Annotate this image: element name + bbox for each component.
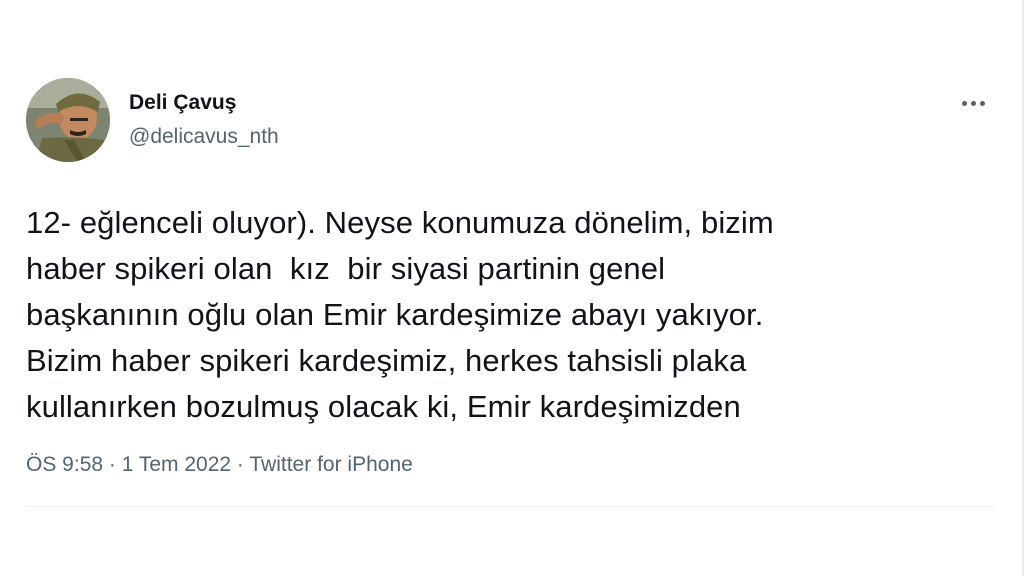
meta-separator: ·: [103, 453, 122, 476]
avatar[interactable]: [26, 78, 110, 162]
tweet-date[interactable]: 1 Tem 2022: [122, 453, 231, 476]
display-name[interactable]: Deli Çavuş: [129, 90, 279, 116]
divider: [26, 506, 994, 507]
user-handle[interactable]: @delicavus_nth: [129, 124, 279, 150]
tweet-meta: ÖS 9:58 · 1 Tem 2022 · Twitter for iPhon…: [26, 452, 994, 478]
meta-separator: ·: [231, 453, 250, 476]
user-name-block: Deli Çavuş @delicavus_nth: [129, 90, 279, 150]
tweet-time[interactable]: ÖS 9:58: [26, 453, 103, 476]
more-horizontal-icon-dot: [970, 100, 976, 106]
avatar-image: [26, 78, 110, 162]
tweet-card: Deli Çavuş @delicavus_nth 12- eğlenceli …: [26, 78, 994, 507]
more-horizontal-icon-dot: [979, 100, 985, 106]
more-horizontal-icon: [961, 100, 967, 106]
tweet-text: 12- eğlenceli oluyor). Neyse konumuza dö…: [26, 205, 774, 424]
more-options-button[interactable]: [956, 90, 990, 116]
tweet-source[interactable]: Twitter for iPhone: [249, 453, 412, 476]
tweet-header: Deli Çavuş @delicavus_nth: [26, 78, 994, 164]
